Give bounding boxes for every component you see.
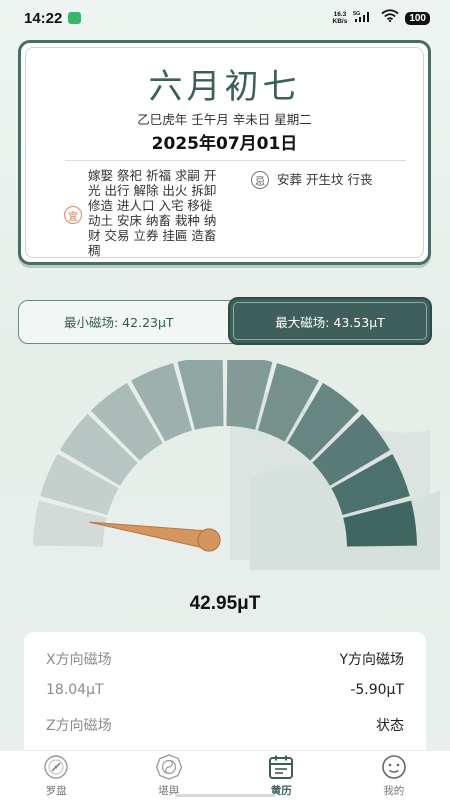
y-axis-label: Y方向磁场 (339, 652, 404, 668)
nav-item-almanac[interactable]: 黄历 (225, 751, 338, 800)
axis-label-row: X方向磁场 Y方向磁场 (46, 649, 404, 669)
needle-pointer (89, 521, 212, 550)
battery-indicator: 100 (405, 11, 430, 25)
axis-data-panel: X方向磁场 Y方向磁场 18.04μT -5.90μT Z方向磁场 状态 (24, 632, 426, 762)
wifi-icon (381, 9, 399, 27)
notification-app-icon (68, 12, 82, 24)
min-magnetic-field: 最小磁场: 42.23μT (64, 315, 174, 330)
signal-icon: 5G (353, 9, 375, 27)
bottom-navigation: 罗盘 堪舆 黄历 我的 (0, 750, 450, 800)
z-status-row: Z方向磁场 状态 (46, 715, 404, 735)
current-magnetic-value: 42.95μT (189, 593, 261, 614)
ji-activities: 安葬 开生坟 行丧 (277, 172, 373, 187)
magnetic-range-bar: 最小磁场: 42.23μT 最大磁场: 43.53μT (18, 297, 432, 345)
calendar-icon (267, 754, 295, 780)
compass-icon (42, 754, 70, 780)
network-speed-unit: KB/s (332, 18, 348, 25)
x-axis-label: X方向磁场 (46, 652, 112, 668)
status-label: 状态 (376, 718, 404, 734)
card-divider (65, 160, 406, 161)
nav-item-compass[interactable]: 罗盘 (0, 751, 113, 800)
nav-item-profile[interactable]: 我的 (338, 751, 450, 800)
status-time: 14:22 (24, 9, 63, 27)
network-speed-value: 16.3 (333, 11, 347, 18)
profile-icon (380, 754, 408, 780)
y-axis-value: -5.90μT (350, 682, 404, 698)
bagua-icon (155, 753, 183, 780)
gauge-needle (89, 521, 221, 552)
nav-label-profile: 我的 (383, 784, 405, 797)
nav-label-compass: 罗盘 (45, 784, 67, 797)
solar-date[interactable]: 2025年07月01日 (21, 129, 428, 154)
status-indicators: 16.3 KB/s 5G 100 (333, 9, 430, 27)
lunar-date: 六月初七 (148, 67, 301, 107)
status-bar: 14:22 16.3 KB/s 5G 100 (0, 0, 450, 36)
network-type-label: 5G (353, 11, 360, 17)
z-axis-label: Z方向磁场 (46, 718, 112, 734)
nav-item-fengshui[interactable]: 堪舆 (113, 751, 226, 800)
needle-hub (197, 528, 221, 552)
gauge-graphic (33, 356, 440, 570)
max-magnetic-field: 最大磁场: 43.53μT (228, 297, 432, 345)
ji-badge-icon: 忌 (251, 171, 269, 189)
gauge-segments (33, 356, 417, 547)
ganzhi-date: 乙巳虎年 壬午月 辛未日 星期二 (137, 112, 312, 127)
almanac-card: 六月初七 乙巳虎年 壬午月 辛未日 星期二 2025年07月01日 宜 嫁娶 祭… (18, 40, 431, 265)
yi-activities: 嫁娶 祭祀 祈福 求嗣 开光 出行 解除 出火 拆卸 修造 进人口 入宅 移徙 … (88, 168, 217, 258)
axis-value-row: 18.04μT -5.90μT (46, 682, 404, 702)
x-axis-value: 18.04μT (46, 682, 104, 698)
magnetic-gauge (0, 356, 450, 590)
network-speed: 16.3 KB/s (333, 11, 348, 25)
home-indicator (175, 794, 275, 797)
yi-badge-icon: 宜 (64, 206, 82, 224)
